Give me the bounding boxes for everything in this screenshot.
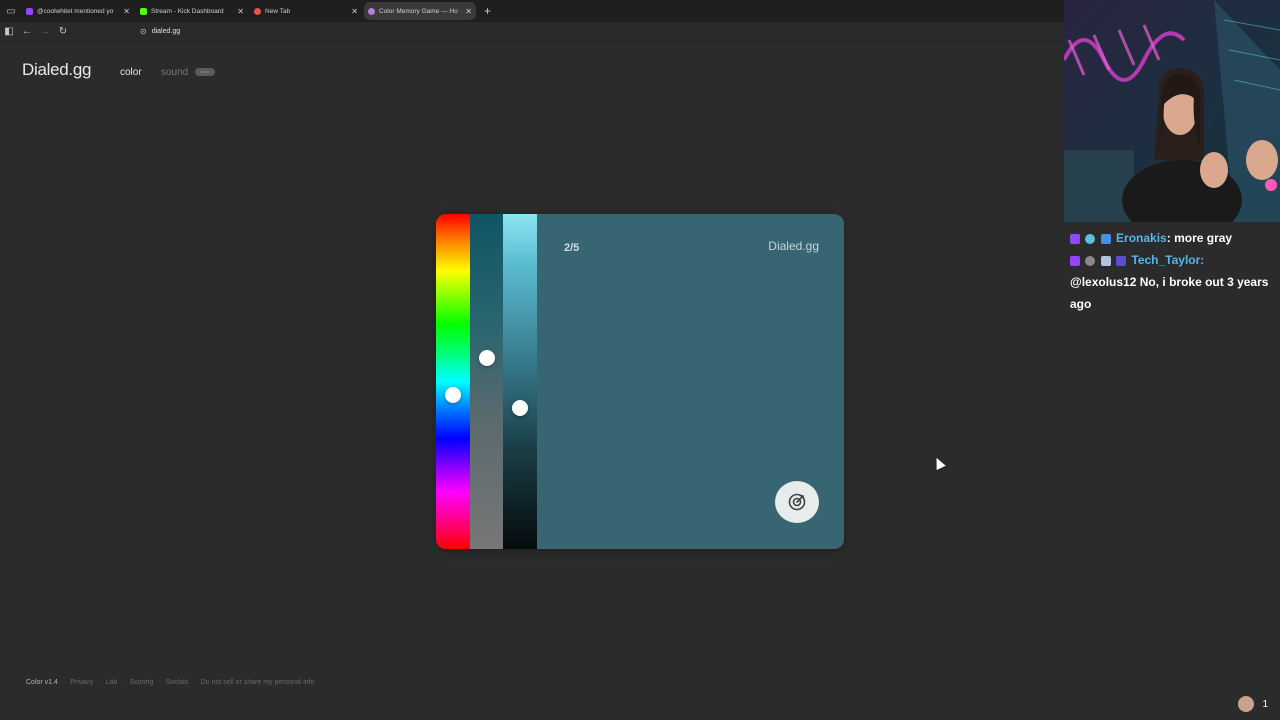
submit-guess-button[interactable]: [775, 481, 819, 523]
chat-colon: :: [1166, 231, 1175, 245]
nav-color-link[interactable]: color: [120, 67, 142, 78]
twitch-badge-icon: [1070, 233, 1080, 244]
tab-title: Color Memory Game — Ho: [379, 7, 458, 15]
close-tab-icon[interactable]: ✕: [351, 7, 358, 16]
viewer-count-number: 1: [1262, 698, 1268, 710]
site-info-icon[interactable]: ⊙: [140, 27, 147, 36]
footer-link-scoring[interactable]: Scoring: [130, 679, 154, 686]
footer-link-lab[interactable]: Lab: [106, 679, 118, 686]
new-tab-favicon-icon: [254, 7, 261, 15]
tab-new[interactable]: New Tab ✕: [250, 2, 362, 20]
lightness-slider-handle[interactable]: [512, 400, 528, 417]
gear-badge-icon: [1085, 255, 1096, 266]
reload-icon[interactable]: ↻: [54, 23, 72, 41]
fish-badge-icon: [1100, 255, 1111, 266]
forward-arrow-icon[interactable]: →: [36, 23, 54, 41]
hue-slider[interactable]: [436, 214, 470, 549]
cloud-badge-icon: [1085, 233, 1096, 244]
7tv-badge-icon: [1116, 255, 1127, 266]
hue-slider-handle[interactable]: [445, 386, 461, 403]
close-tab-icon[interactable]: ✕: [237, 7, 244, 16]
url-text: dialed.gg: [151, 28, 181, 35]
footer-separator: ·: [98, 679, 101, 686]
close-tab-icon[interactable]: ✕: [123, 7, 130, 16]
stream-chat: Eronakis: more gray Tech_Taylor: @lexolu…: [1064, 222, 1280, 720]
twitch-badge-icon: [1070, 255, 1080, 266]
saturation-slider[interactable]: [470, 214, 503, 549]
viewer-avatar-icon: [1238, 696, 1255, 712]
back-arrow-icon[interactable]: ←: [18, 23, 36, 41]
footer-link-privacy[interactable]: Privacy: [70, 679, 93, 686]
browser-nav-bar: ◧ ← → ↻ ⊙ dialed.gg: [0, 22, 1064, 42]
sidebar-toggle-icon[interactable]: ◧: [0, 23, 18, 41]
tab-twitch[interactable]: @coolwhitet mentioned yo ✕: [22, 2, 134, 20]
site-logo[interactable]: Dialed.gg: [22, 60, 91, 80]
webcam-feed-image: [1064, 0, 1280, 222]
footer-link-do-not-sell[interactable]: Do not sell or share my personal info: [201, 679, 315, 686]
chat-text: more gray: [1174, 231, 1233, 245]
tab-title: Stream - Kick Dashboard: [151, 7, 224, 15]
page-content: Dialed.gg color sound soon 2/5 Dialed.gg: [0, 42, 1064, 720]
screen: ▭ @coolwhitet mentioned yo ✕ Stream - Ki…: [0, 0, 1280, 720]
browser-tab-bar: ▭ @coolwhitet mentioned yo ✕ Stream - Ki…: [0, 0, 1064, 22]
chat-text: @lexolus12 No, i broke out 3 years ago: [1070, 275, 1269, 311]
tab-title: New Tab: [265, 7, 291, 15]
footer-separator: ·: [193, 679, 196, 686]
round-counter: 2/5: [564, 242, 580, 254]
chat-username[interactable]: Eronakis: [1116, 231, 1167, 245]
soon-badge: soon: [195, 68, 215, 76]
lightness-slider[interactable]: [503, 214, 537, 549]
crown-badge-icon: [1100, 233, 1111, 244]
tab-actions-icon[interactable]: ▭: [0, 0, 22, 22]
dialed-favicon-icon: [368, 7, 375, 15]
footer-separator: ·: [158, 679, 161, 686]
tab-title: @coolwhitet mentioned yo: [37, 7, 114, 15]
footer-version: Color v1.4: [26, 679, 58, 686]
nav-sound-link[interactable]: sound: [161, 67, 188, 78]
footer-link-socials[interactable]: Socials: [166, 679, 189, 686]
tab-kick[interactable]: Stream - Kick Dashboard ✕: [136, 2, 248, 20]
card-brand: Dialed.gg: [768, 239, 819, 253]
kick-favicon-icon: [140, 7, 147, 15]
chat-colon: :: [1200, 253, 1205, 267]
chat-message: Tech_Taylor: @lexolus12 No, i broke out …: [1070, 249, 1274, 315]
address-bar[interactable]: ⊙ dialed.gg: [140, 27, 180, 36]
saturation-slider-handle[interactable]: [478, 350, 495, 367]
footer: Color v1.4 · Privacy · Lab · Scoring · S…: [26, 679, 315, 686]
new-tab-plus-icon[interactable]: +: [484, 4, 491, 18]
twitch-favicon-icon: [26, 7, 33, 15]
target-icon: [788, 493, 806, 511]
footer-separator: ·: [122, 679, 125, 686]
close-tab-icon[interactable]: ✕: [465, 7, 472, 16]
chat-message: Eronakis: more gray: [1070, 227, 1274, 249]
viewer-count: 1: [1238, 696, 1268, 712]
footer-separator: ·: [62, 679, 66, 686]
webcam-overlay: [1064, 0, 1280, 222]
tab-color-memory-game[interactable]: Color Memory Game — Ho ✕: [364, 2, 476, 20]
chat-username[interactable]: Tech_Taylor: [1131, 253, 1200, 267]
game-card: 2/5 Dialed.gg: [436, 214, 844, 549]
